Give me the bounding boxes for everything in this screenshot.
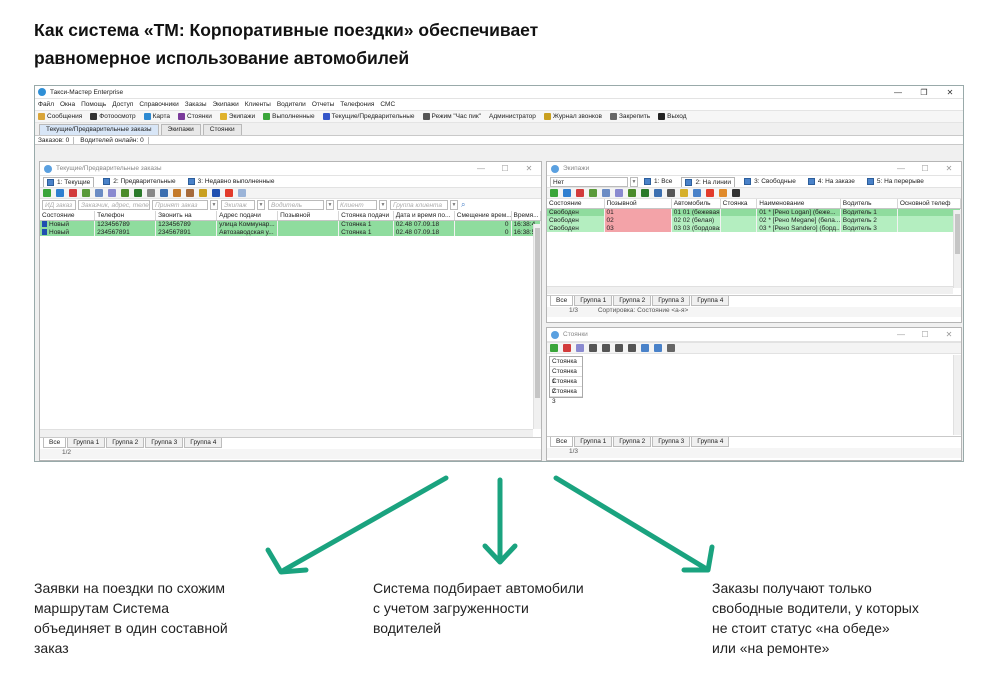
caption-line: не стоит статус «на обеде» [712,620,890,636]
caption-line: объединяет в один составной [34,620,228,636]
caption-line: Заявки на поездки по схожим [34,580,226,596]
arrow-left [281,475,449,573]
caption-line: заказ [34,640,69,656]
caption-line: или «на ремонте» [712,640,830,656]
caption-line: водителей [373,620,442,636]
caption-middle: Система подбирает автомобили с учетом за… [373,578,584,638]
caption-line: Заказы получают только [712,580,872,596]
caption-left: Заявки на поездки по схожим маршрутам Си… [34,578,228,658]
caption-line: с учетом загруженности [373,600,529,616]
caption-right: Заказы получают только свободные водител… [712,578,919,658]
caption-line: маршрутам Система [34,600,169,616]
caption-line: свободные водители, у которых [712,600,919,616]
caption-line: Система подбирает автомобили [373,580,584,596]
arrow-right [553,475,708,571]
